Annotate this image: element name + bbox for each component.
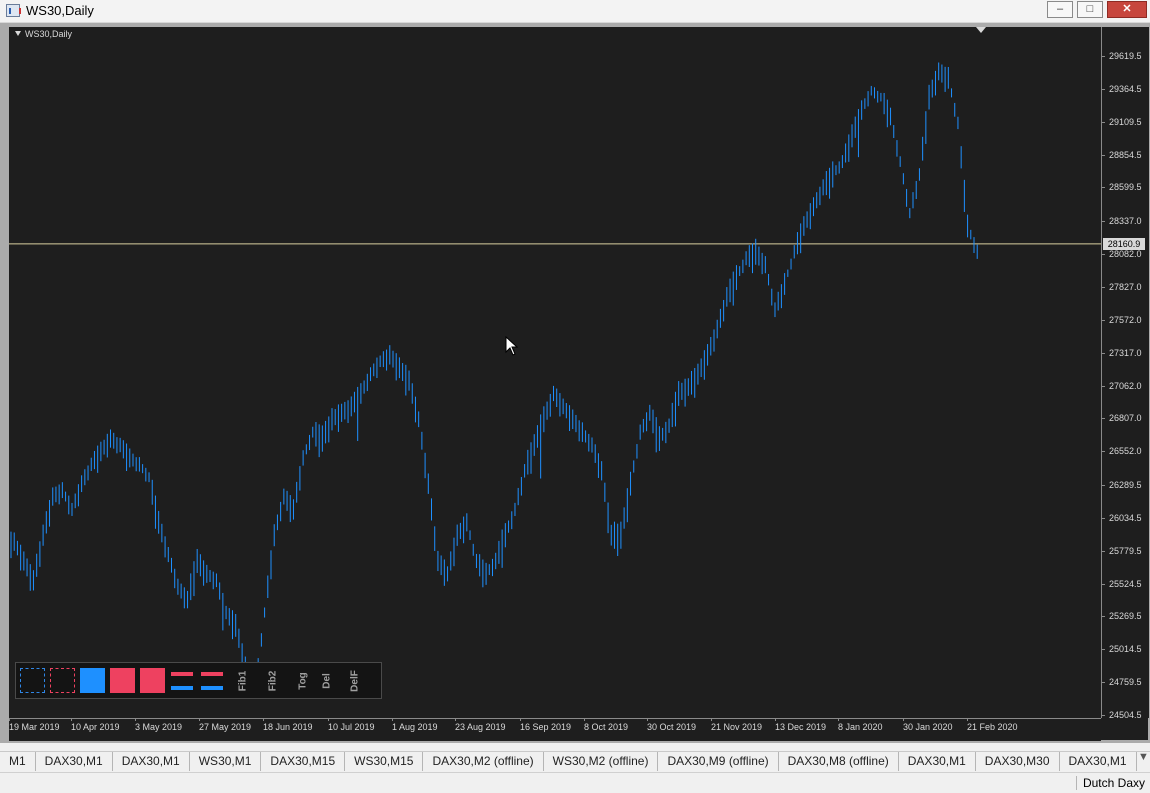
window-title: WS30,Daily bbox=[26, 3, 94, 18]
minimize-button[interactable]: – bbox=[1047, 1, 1073, 18]
draw-tool-solid-blue-button[interactable] bbox=[80, 668, 105, 693]
price-tick-label: 25524.5 bbox=[1102, 578, 1142, 589]
drawing-toolbox: Fib1 Fib2 Tog Del DelF bbox=[15, 662, 382, 699]
price-tick-label: 24504.5 bbox=[1102, 710, 1142, 718]
price-tick-label: 25014.5 bbox=[1102, 644, 1142, 655]
draw-tool-solid-red-button[interactable] bbox=[140, 668, 165, 693]
price-tick-label: 28082.0 bbox=[1102, 249, 1142, 260]
chart-tab[interactable]: WS30,M2 (offline) bbox=[544, 752, 659, 771]
price-tick-label: 28599.5 bbox=[1102, 182, 1142, 193]
time-tick-label: 8 Oct 2019 bbox=[584, 719, 629, 732]
chart-tab[interactable]: DAX30,M15 bbox=[261, 752, 346, 771]
chart-tab[interactable]: DAX30,M1 bbox=[1060, 752, 1137, 771]
time-tick-label: 13 Dec 2019 bbox=[775, 719, 827, 732]
chart-tab[interactable]: M1 bbox=[0, 752, 36, 771]
time-tick-label: 8 Jan 2020 bbox=[838, 719, 883, 732]
draw-tool-dash-blue-button[interactable] bbox=[20, 668, 45, 693]
profile-name[interactable]: Dutch Daxy bbox=[1075, 776, 1145, 790]
price-tick-label: 28854.5 bbox=[1102, 149, 1142, 160]
mouse-cursor-icon bbox=[505, 336, 519, 356]
time-tick-label: 21 Nov 2019 bbox=[711, 719, 763, 732]
chart-tab[interactable]: WS30,M1 bbox=[190, 752, 262, 771]
price-tick-label: 25269.5 bbox=[1102, 611, 1142, 622]
tool-button-label: Fib2 bbox=[267, 670, 279, 692]
price-tick-label: 29109.5 bbox=[1102, 116, 1142, 127]
window-titlebar[interactable]: WS30,Daily – □ ✕ bbox=[0, 0, 1150, 23]
chart-tab[interactable]: DAX30,M9 (offline) bbox=[658, 752, 779, 771]
price-tick-label: 27572.0 bbox=[1102, 314, 1142, 325]
price-tick-label: 25779.5 bbox=[1102, 545, 1142, 556]
price-tick-label: 27317.0 bbox=[1102, 347, 1142, 358]
time-tick-label: 1 Aug 2019 bbox=[392, 719, 438, 732]
time-tick-label: 16 Sep 2019 bbox=[520, 719, 572, 732]
price-tick-label: 26289.5 bbox=[1102, 480, 1142, 491]
price-tick-label: 24759.5 bbox=[1102, 677, 1142, 688]
tool-delf-button[interactable]: DelF bbox=[344, 667, 366, 695]
draw-tool-lines-button[interactable] bbox=[200, 668, 225, 693]
chart-tab[interactable]: DAX30,M1 bbox=[113, 752, 190, 771]
status-bar: Dutch Daxy bbox=[0, 772, 1150, 793]
time-tick-label: 30 Oct 2019 bbox=[647, 719, 697, 732]
tool-tog-button[interactable]: Tog bbox=[292, 667, 314, 695]
time-tick-label: 10 Jul 2019 bbox=[328, 719, 375, 732]
chart-window-icon bbox=[6, 4, 21, 17]
current-price-badge: 28160.9 bbox=[1103, 237, 1145, 250]
price-tick-label: 28337.0 bbox=[1102, 216, 1142, 227]
tool-fib1-button[interactable]: Fib1 bbox=[232, 667, 254, 695]
time-tick-label: 27 May 2019 bbox=[199, 719, 252, 732]
price-tick-label: 26034.5 bbox=[1102, 512, 1142, 523]
tabs-scroll-icon[interactable]: ▼ bbox=[1138, 751, 1150, 771]
chart-tab[interactable]: WS30,M15 bbox=[345, 752, 424, 771]
tool-button-label: Fib1 bbox=[237, 670, 249, 692]
time-tick-label: 3 May 2019 bbox=[135, 719, 183, 732]
price-tick-label: 26552.0 bbox=[1102, 446, 1142, 457]
chart-tab[interactable]: DAX30,M1 bbox=[36, 752, 113, 771]
draw-tool-lines-button[interactable] bbox=[170, 668, 195, 693]
chart-area[interactable]: WS30,Daily Fib1 Fib2 Tog Del DelF bbox=[9, 27, 1101, 718]
tool-fib2-button[interactable]: Fib2 bbox=[262, 667, 284, 695]
tool-button-label: Del bbox=[321, 673, 333, 689]
time-tick-label: 19 Mar 2019 bbox=[9, 719, 60, 732]
chart-tabs: M1 DAX30,M1 DAX30,M1 WS30,M1 DAX30,M15 WS30,M… bbox=[0, 751, 1150, 772]
draw-tool-solid-red-button[interactable] bbox=[110, 668, 135, 693]
tool-del-button[interactable]: Del bbox=[316, 667, 338, 695]
time-tick-label: 30 Jan 2020 bbox=[903, 719, 953, 732]
price-tick-label: 27062.0 bbox=[1102, 380, 1142, 391]
price-tick-label: 26807.0 bbox=[1102, 413, 1142, 424]
price-chart bbox=[9, 62, 1101, 696]
price-tick-label: 29619.5 bbox=[1102, 51, 1142, 61]
time-tick-label: 23 Aug 2019 bbox=[455, 719, 506, 732]
axis-corner bbox=[1101, 718, 1148, 740]
chart-tab[interactable]: DAX30,M8 (offline) bbox=[779, 752, 899, 771]
price-tick-label: 27827.0 bbox=[1102, 281, 1142, 292]
maximize-button[interactable]: □ bbox=[1077, 1, 1103, 18]
chart-tab[interactable]: DAX30,M30 bbox=[976, 752, 1060, 771]
close-button[interactable]: ✕ bbox=[1107, 1, 1147, 18]
chart-tab[interactable]: DAX30,M1 bbox=[899, 752, 976, 771]
tool-button-label: Tog bbox=[297, 672, 309, 690]
price-axis[interactable]: 29619.5 29364.5 29109.5 28854.5 28599.5 28337… bbox=[1101, 27, 1149, 718]
price-tick-label: 29364.5 bbox=[1102, 83, 1142, 94]
time-axis[interactable]: 19 Mar 2019 10 Apr 2019 3 May 2019 27 May 2… bbox=[9, 718, 1101, 741]
time-tick-label: 10 Apr 2019 bbox=[71, 719, 120, 732]
tool-button-label: DelF bbox=[349, 670, 361, 692]
chart-tab[interactable]: DAX30,M2 (offline) bbox=[423, 752, 544, 771]
draw-tool-dash-red-button[interactable] bbox=[50, 668, 75, 693]
time-tick-label: 21 Feb 2020 bbox=[967, 719, 1018, 732]
time-tick-label: 18 Jun 2019 bbox=[263, 719, 313, 732]
